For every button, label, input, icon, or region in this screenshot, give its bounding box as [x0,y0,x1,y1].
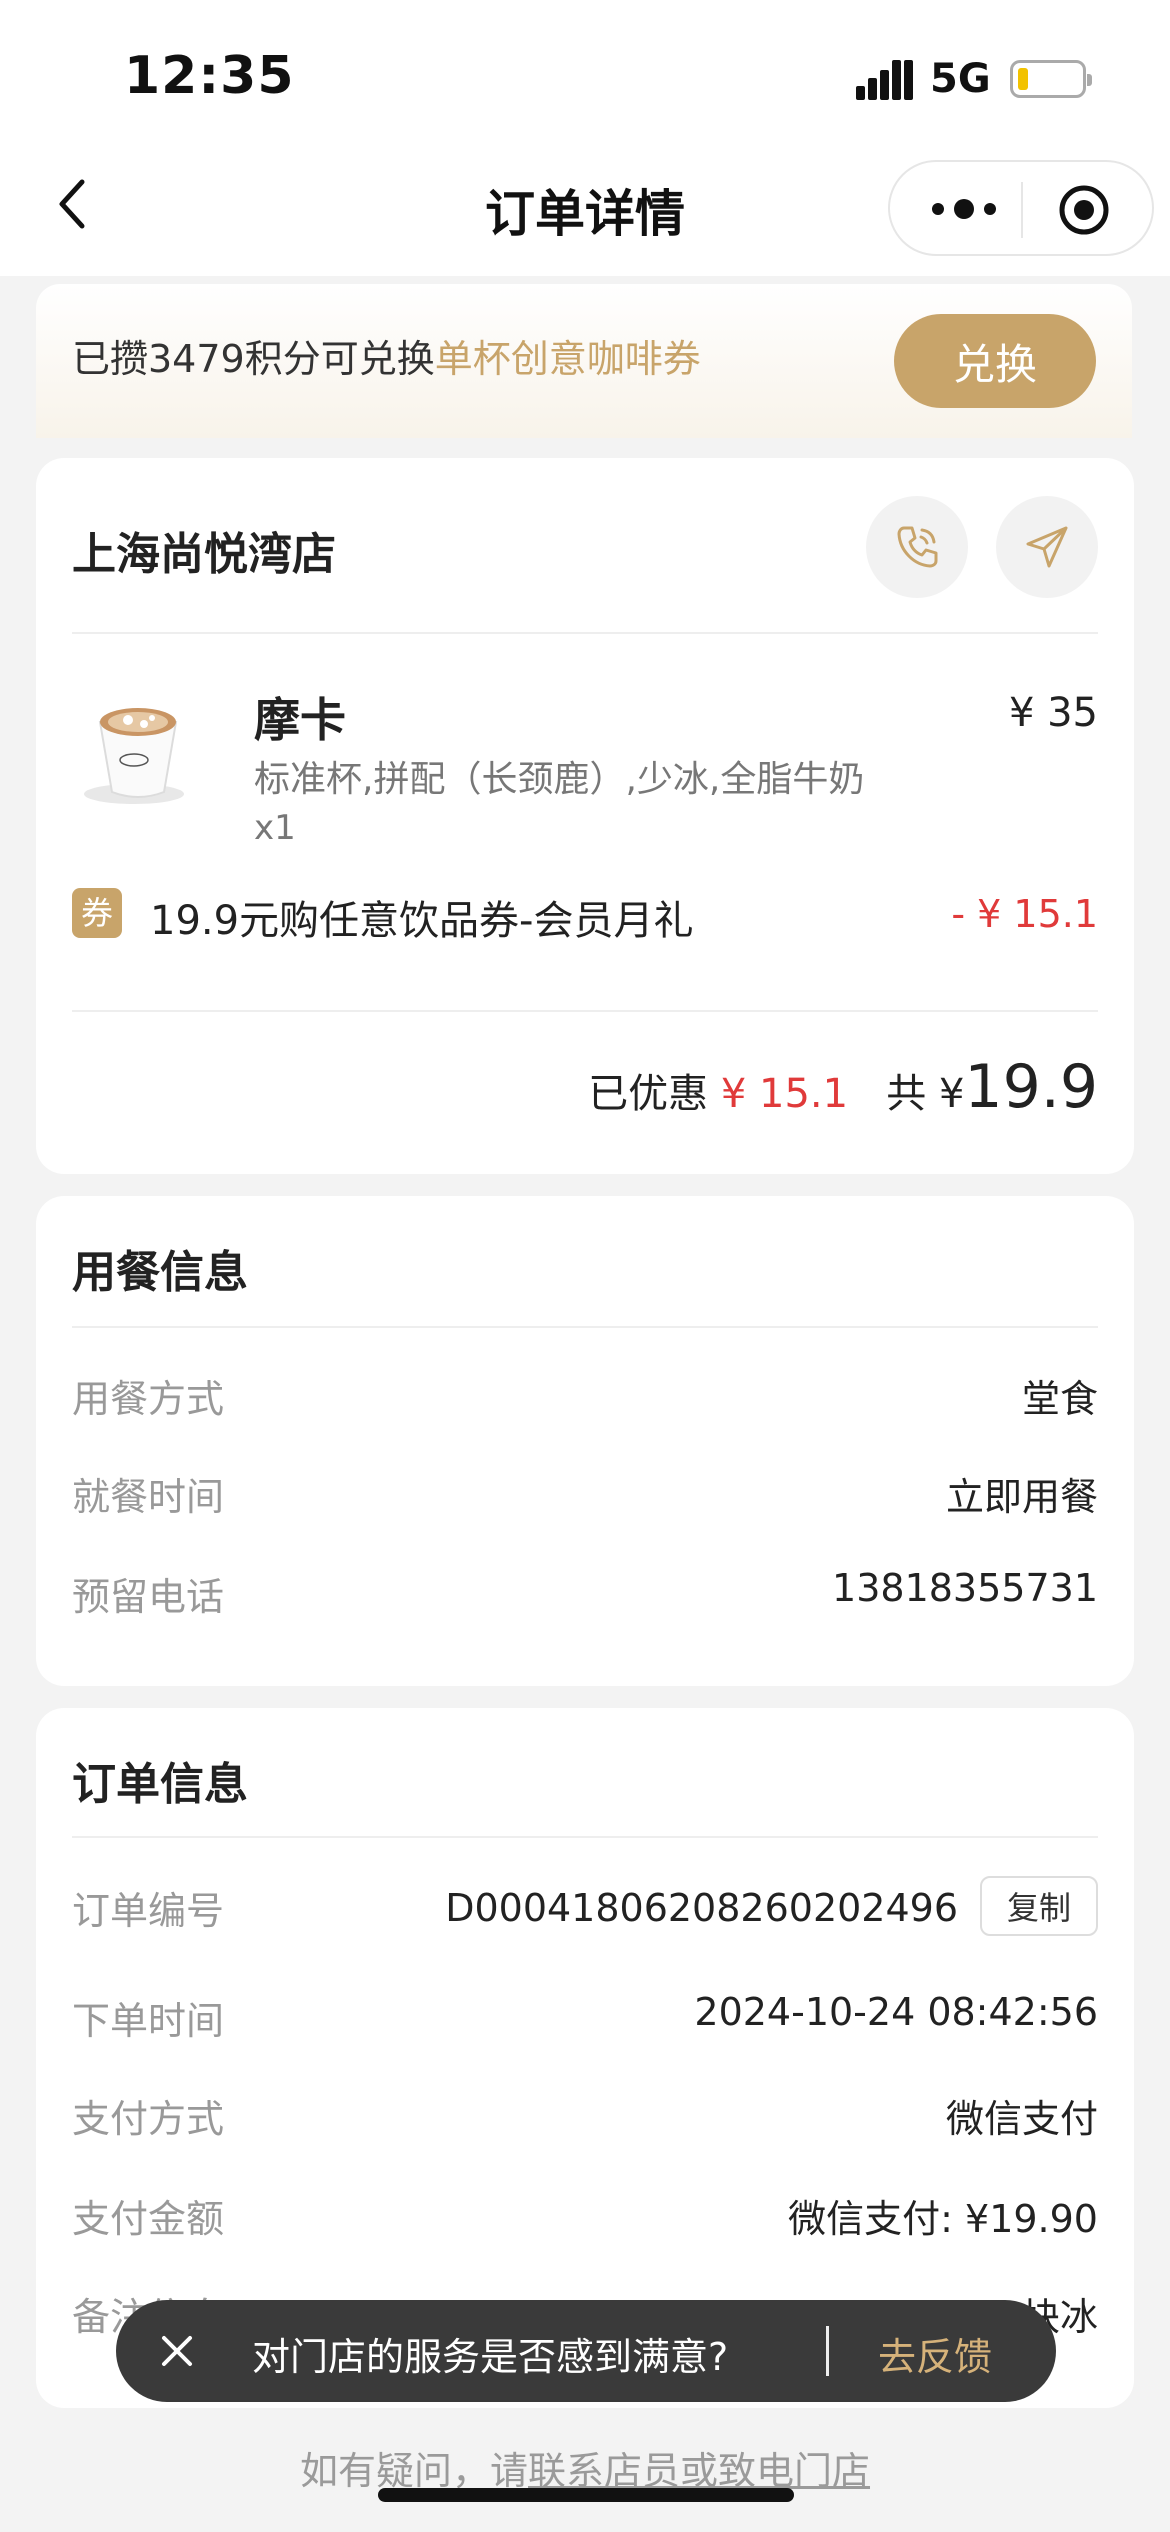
product-image [72,682,202,812]
copy-button[interactable]: 复制 [980,1876,1098,1936]
row-label: 预留电话 [72,1575,225,1619]
more-dots-icon [932,199,996,219]
payment-method-value: 微信支付 [945,2097,1098,2141]
divider [72,1836,1098,1838]
shop-name: 上海尚悦湾店 [72,529,336,580]
coupon-badge-icon: 券 [72,888,122,938]
promo-prefix: 已攒3479积分可兑换 [72,337,435,381]
capsule-divider [1021,182,1023,238]
contact-shop-link[interactable]: 联系店员或致电门店 [528,2449,870,2493]
row-label: 订单编号 [72,1889,225,1933]
battery-icon [1010,60,1092,98]
row-label: 用餐方式 [72,1377,225,1421]
navigation-arrow-icon [1026,526,1068,568]
payment-amount-value: 微信支付: ¥19.90 [788,2197,1098,2241]
call-shop-button[interactable] [866,496,968,598]
nav-bar: 订单详情 [0,150,1170,276]
row-label: 支付金额 [72,2197,225,2241]
coupon-name: 19.9元购任意饮品券-会员月礼 [150,898,694,944]
divider [72,1010,1098,1012]
coffee-cup-image [84,708,184,804]
section-title: 用餐信息 [72,1247,248,1298]
saved-amount: ¥ 15.1 [720,1071,849,1117]
row-label: 支付方式 [72,2097,225,2141]
phone-value: 13818355731 [832,1566,1098,1610]
feedback-button[interactable]: 去反馈 [878,2326,992,2381]
help-footer: 如有疑问，请联系店员或致电门店 [0,2440,1170,2495]
network-label: 5G [930,56,991,102]
coupon-discount: - ¥ 15.1 [951,892,1098,936]
close-icon [162,2336,192,2366]
home-indicator [378,2488,794,2502]
close-miniprogram-button[interactable] [1058,184,1110,236]
status-time: 12:35 [124,46,295,106]
dining-mode-value: 堂食 [1021,1377,1098,1421]
total-amount: 19.9 [964,1052,1098,1122]
footer-prefix: 如有疑问，请 [299,2449,528,2493]
divider [72,632,1098,634]
order-number-value: D00041806208260202496 [445,1886,958,1930]
saved-label: 已优惠 [588,1071,709,1117]
order-total: 已优惠 ¥ 15.1 共 ¥19.9 [588,1052,1098,1122]
dining-info-card: 用餐信息 用餐方式 堂食 就餐时间 立即用餐 预留电话 13818355731 [36,1196,1134,1686]
target-icon [1059,185,1109,235]
order-time-value: 2024-10-24 08:42:56 [694,1990,1098,2034]
toast-divider [826,2326,829,2376]
miniprogram-capsule [888,160,1154,256]
row-label: 就餐时间 [72,1475,225,1519]
promo-text: 已攒3479积分可兑换单杯创意咖啡券 [72,328,701,383]
total-currency: ¥ [938,1071,965,1117]
product-name: 摩卡 [254,693,346,747]
promo-highlight: 单杯创意咖啡券 [434,337,701,381]
navigate-to-shop-button[interactable] [996,496,1098,598]
feedback-question: 对门店的服务是否感到满意? [252,2335,729,2379]
product-qty: x1 [254,808,296,848]
product-price: ¥ 35 [1008,690,1098,736]
section-title: 订单信息 [72,1759,248,1810]
feedback-toast: 对门店的服务是否感到满意? 去反馈 [116,2300,1056,2402]
product-spec: 标准杯,拼配（长颈鹿）,少冰,全脂牛奶 [254,759,865,800]
row-label: 下单时间 [72,1999,225,2043]
signal-icon [856,60,914,100]
points-promo-banner: 已攒3479积分可兑换单杯创意咖啡券 兑换 [36,284,1132,438]
order-items-card: 上海尚悦湾店 摩卡 ¥ 35 标准杯,拼配（长颈鹿）,少冰,全脂牛奶 x1 券 … [36,458,1134,1174]
more-button[interactable] [924,184,1014,234]
total-label: 共 [886,1071,927,1117]
redeem-button[interactable]: 兑换 [894,314,1096,408]
status-bar: 12:35 5G [0,0,1170,150]
phone-icon [897,526,938,568]
divider [72,1326,1098,1328]
dining-time-value: 立即用餐 [945,1475,1098,1519]
close-toast-button[interactable] [158,2332,196,2370]
